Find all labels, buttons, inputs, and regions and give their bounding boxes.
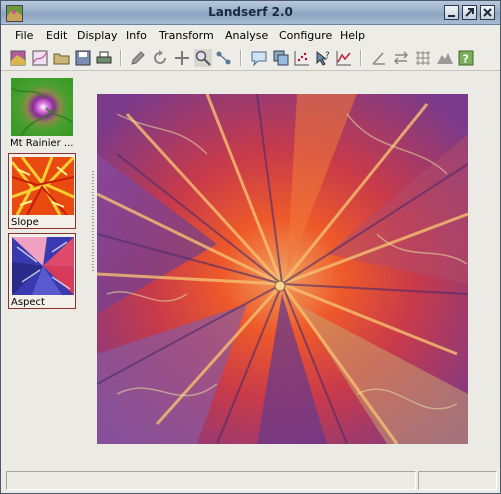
slope-thumbnail-image <box>12 157 74 215</box>
save-icon[interactable] <box>74 49 92 67</box>
status-message <box>6 471 416 490</box>
print-icon[interactable] <box>95 49 113 67</box>
network-icon[interactable] <box>215 49 233 67</box>
menu-edit[interactable]: Edit <box>46 29 67 42</box>
help-icon[interactable]: ? <box>457 49 475 67</box>
menu-bar: File Edit Display Info Transform Analyse… <box>1 25 500 45</box>
toolbar-separator <box>240 50 242 66</box>
new-vector-icon[interactable] <box>31 49 49 67</box>
thumbnail-label: Aspect <box>11 297 45 308</box>
edit-pencil-icon[interactable] <box>129 49 147 67</box>
thumbnail-aspect[interactable]: Aspect <box>8 233 76 309</box>
menu-help[interactable]: Help <box>340 29 365 42</box>
open-icon[interactable] <box>53 49 71 67</box>
panel-splitter[interactable] <box>92 171 94 271</box>
speech-bubble-icon[interactable] <box>250 49 268 67</box>
aspect-thumbnail-image <box>12 237 74 295</box>
query-icon[interactable]: ? <box>314 49 332 67</box>
maximize-icon[interactable] <box>462 5 477 20</box>
thumbnail-mt-rainier[interactable]: Mt Rainier ... <box>8 75 76 151</box>
menu-display[interactable]: Display <box>77 29 118 42</box>
menu-configure[interactable]: Configure <box>279 29 332 42</box>
thumbnail-label: Mt Rainier ... <box>10 138 74 149</box>
menu-transform[interactable]: Transform <box>159 29 214 42</box>
profile-icon[interactable] <box>335 49 353 67</box>
toolbar: ? ? <box>1 46 500 71</box>
title-bar[interactable]: Landserf 2.0 <box>1 1 500 25</box>
svg-text:?: ? <box>325 51 330 61</box>
close-icon[interactable] <box>480 5 495 20</box>
status-bar <box>1 469 500 493</box>
svg-text:?: ? <box>463 53 469 66</box>
thumbnail-label: Slope <box>11 217 39 228</box>
angle-icon[interactable] <box>370 49 388 67</box>
terrain-icon[interactable] <box>436 49 454 67</box>
menu-analyse[interactable]: Analyse <box>225 29 268 42</box>
refresh-icon[interactable] <box>151 49 169 67</box>
transfer-icon[interactable] <box>392 49 410 67</box>
status-coordinates <box>418 471 497 490</box>
grid-icon[interactable] <box>414 49 432 67</box>
toolbar-separator <box>120 50 122 66</box>
window-title: Landserf 2.0 <box>208 5 293 19</box>
elevation-thumbnail-image <box>11 78 73 136</box>
scatter-icon[interactable] <box>293 49 311 67</box>
zoom-icon[interactable] <box>194 49 212 67</box>
layers-icon[interactable] <box>272 49 290 67</box>
minimize-icon[interactable] <box>444 5 459 20</box>
map-canvas[interactable] <box>97 94 468 444</box>
toolbar-separator <box>360 50 362 66</box>
thumbnail-slope[interactable]: Slope <box>8 153 76 229</box>
menu-file[interactable]: File <box>15 29 33 42</box>
landserf-window: Landserf 2.0 File Edit Display Info Tran… <box>0 0 501 494</box>
new-raster-icon[interactable] <box>9 49 27 67</box>
menu-info[interactable]: Info <box>126 29 147 42</box>
pan-icon[interactable] <box>173 49 191 67</box>
